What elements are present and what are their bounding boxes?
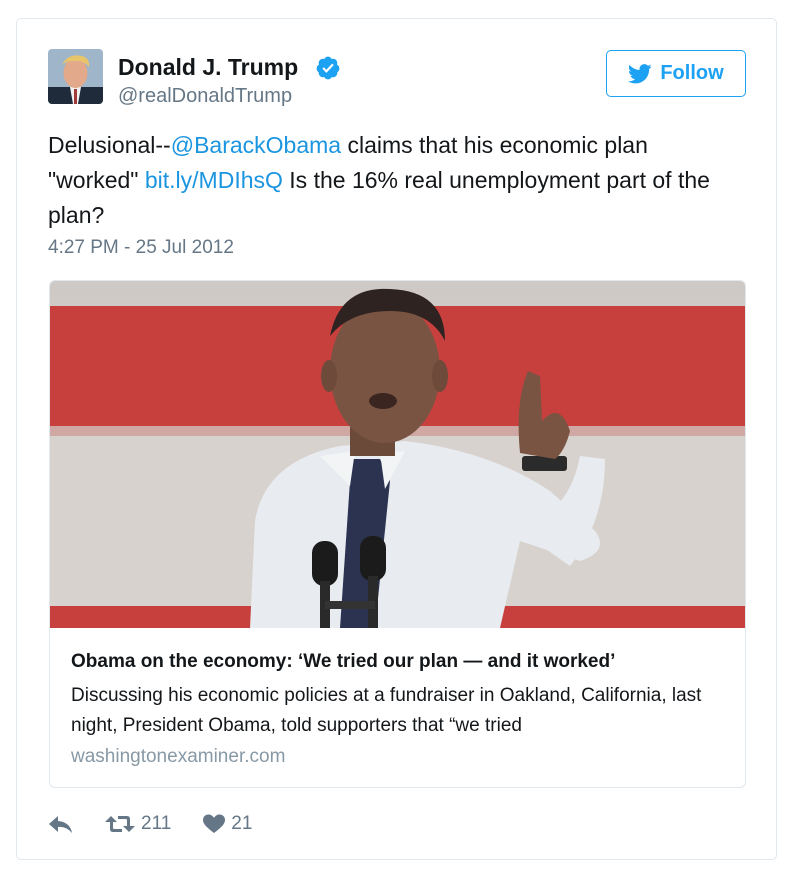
reply-button[interactable] xyxy=(48,814,78,834)
action-bar: 211 21 xyxy=(48,809,252,839)
tweet-text: Delusional--@BarackObama claims that his… xyxy=(48,128,738,233)
retweet-icon xyxy=(105,816,135,832)
text-prefix: Delusional-- xyxy=(48,132,171,158)
reply-icon xyxy=(49,816,72,833)
link-card[interactable]: Obama on the economy: ‘We tried our plan… xyxy=(49,280,746,788)
short-link[interactable]: bit.ly/MDIhsQ xyxy=(145,167,283,193)
avatar[interactable] xyxy=(48,49,103,104)
tweet-card: Donald J. Trump @realDonaldTrump Follow … xyxy=(16,18,777,860)
follow-button[interactable]: Follow xyxy=(606,50,746,97)
card-domain: washingtonexaminer.com xyxy=(71,746,286,767)
author-name[interactable]: Donald J. Trump xyxy=(118,54,298,81)
author-handle[interactable]: @realDonaldTrump xyxy=(118,85,292,108)
card-description: Discussing his economic policies at a fu… xyxy=(71,685,702,736)
twitter-bird-icon xyxy=(628,63,652,83)
heart-icon xyxy=(203,814,226,833)
follow-label: Follow xyxy=(660,62,724,84)
article-photo xyxy=(50,281,745,628)
like-button[interactable]: 21 xyxy=(203,813,252,835)
card-title[interactable]: Obama on the economy: ‘We tried our plan… xyxy=(71,651,615,673)
retweet-count: 211 xyxy=(141,813,172,834)
verified-badge-icon xyxy=(316,56,340,80)
mention-link[interactable]: @BarackObama xyxy=(171,132,341,158)
like-count: 21 xyxy=(231,813,253,834)
timestamp[interactable]: 4:27 PM - 25 Jul 2012 xyxy=(48,237,234,259)
retweet-button[interactable]: 211 xyxy=(105,813,171,835)
